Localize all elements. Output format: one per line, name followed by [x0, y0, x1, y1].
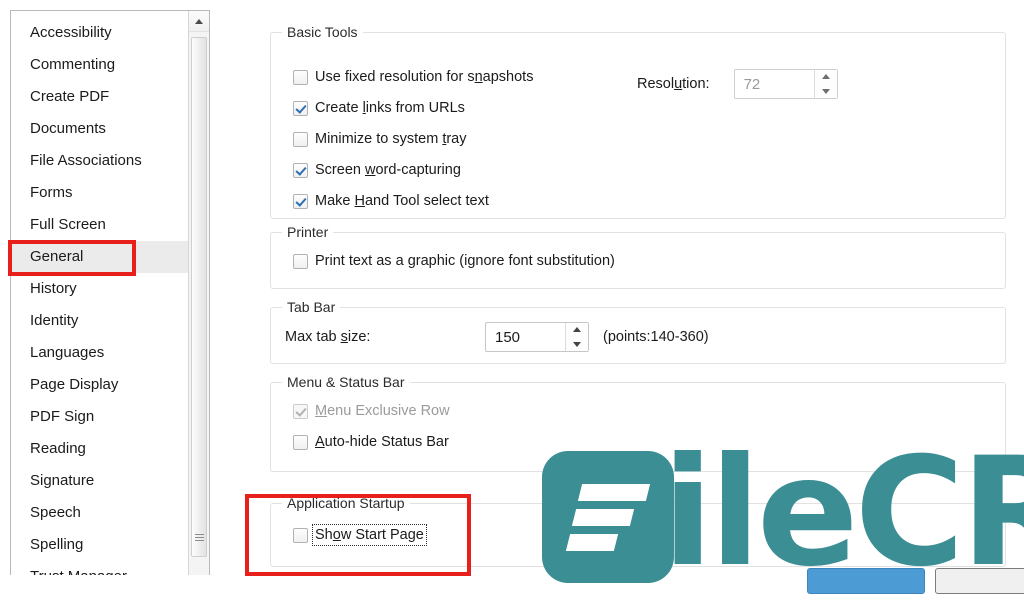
sidebar-item-label: Reading — [30, 440, 86, 457]
category-list[interactable]: Accessibility Commenting Create PDF Docu… — [11, 11, 189, 575]
resolution-field-row: Resolution: 72 — [637, 69, 838, 99]
sidebar-item-trust-manager[interactable]: Trust Manager — [11, 561, 189, 575]
checkbox-box[interactable] — [293, 193, 308, 209]
sidebar-item-label: PDF Sign — [30, 408, 95, 425]
checkbox-box[interactable] — [293, 131, 308, 147]
checkbox-label: Print text as a graphic (ignore font sub… — [315, 253, 615, 269]
checkbox-print-text-as-graphic[interactable]: Print text as a graphic (ignore font sub… — [293, 253, 615, 269]
checkbox-screen-word-capturing[interactable]: Screen word-capturing — [293, 162, 461, 178]
max-tab-size-stepper[interactable]: 150 — [485, 322, 589, 352]
sidebar-item-create-pdf[interactable]: Create PDF — [11, 81, 189, 113]
checkbox-label: Show Start Page — [312, 524, 427, 546]
sidebar-item-label: Full Screen — [30, 216, 106, 233]
sidebar-item-label: Spelling — [30, 536, 84, 553]
resolution-stepper-buttons[interactable] — [813, 70, 837, 98]
checkbox-box[interactable] — [293, 527, 308, 543]
grip-lines-icon — [195, 534, 204, 542]
sidebar-item-forms[interactable]: Forms — [11, 177, 189, 209]
checkbox-box[interactable] — [293, 100, 308, 116]
checkbox-box[interactable] — [293, 162, 308, 178]
application-startup-title: Application Startup — [282, 495, 410, 511]
printer-group: Printer Print text as a graphic (ignore … — [270, 224, 1006, 289]
sidebar-item-label: Create PDF — [30, 88, 110, 105]
checkbox-label: Auto-hide Status Bar — [315, 434, 449, 450]
checkbox-label: Create links from URLs — [315, 100, 465, 116]
checkbox-box — [293, 403, 308, 419]
checkbox-create-links-from-urls[interactable]: Create links from URLs — [293, 100, 465, 116]
triangle-up-icon — [195, 19, 203, 24]
sidebar-item-label: Documents — [30, 120, 106, 137]
sidebar-item-label: Accessibility — [30, 24, 112, 41]
checkbox-use-fixed-resolution[interactable]: Use fixed resolution for snapshots — [293, 69, 533, 85]
checkbox-label: Minimize to system tray — [315, 131, 467, 147]
sidebar-item-label: Page Display — [30, 376, 119, 393]
sidebar-item-accessibility[interactable]: Accessibility — [11, 17, 189, 49]
sidebar-item-label: Signature — [30, 472, 95, 489]
sidebar-item-speech[interactable]: Speech — [11, 497, 189, 529]
sidebar-item-pdf-sign[interactable]: PDF Sign — [11, 401, 189, 433]
sidebar-item-languages[interactable]: Languages — [11, 337, 189, 369]
spinner-up-icon[interactable] — [566, 323, 588, 337]
cancel-button[interactable] — [935, 568, 1024, 594]
checkbox-box[interactable] — [293, 253, 308, 269]
sidebar-item-spelling[interactable]: Spelling — [11, 529, 189, 561]
sidebar-item-full-screen[interactable]: Full Screen — [11, 209, 189, 241]
sidebar-item-documents[interactable]: Documents — [11, 113, 189, 145]
application-startup-group: Application Startup Show Start Page — [270, 495, 1006, 567]
sidebar-item-label: General — [30, 248, 84, 265]
max-tab-size-label: Max tab size: — [285, 329, 371, 345]
sidebar-item-label: Forms — [30, 184, 73, 201]
resolution-value[interactable]: 72 — [735, 70, 814, 98]
checkbox-auto-hide-status-bar[interactable]: Auto-hide Status Bar — [293, 434, 449, 450]
settings-area: Basic Tools Use fixed resolution for sna… — [262, 0, 1024, 594]
sidebar-item-signature[interactable]: Signature — [11, 465, 189, 497]
spinner-up-icon[interactable] — [815, 70, 837, 84]
sidebar-item-label: Commenting — [30, 56, 116, 73]
sidebar-item-reading[interactable]: Reading — [11, 433, 189, 465]
checkbox-show-start-page[interactable]: Show Start Page — [293, 524, 427, 546]
resolution-label: Resolution: — [637, 76, 710, 92]
preferences-category-panel: Accessibility Commenting Create PDF Docu… — [10, 10, 210, 575]
max-tab-size-hint: (points:140-360) — [603, 329, 709, 345]
basic-tools-group: Basic Tools Use fixed resolution for sna… — [270, 24, 1006, 219]
checkbox-box[interactable] — [293, 434, 308, 450]
scrollbar-thumb[interactable] — [191, 37, 207, 557]
tab-bar-title: Tab Bar — [282, 299, 341, 315]
max-tab-size-row: Max tab size: 150 (points:140-360) — [285, 322, 709, 352]
sidebar-item-label: History — [30, 280, 77, 297]
max-tab-size-value[interactable]: 150 — [486, 323, 565, 351]
sidebar-item-label: Trust Manager — [30, 568, 127, 575]
menu-status-bar-group: Menu & Status Bar Menu Exclusive Row Aut… — [270, 374, 1006, 472]
spinner-down-icon[interactable] — [566, 337, 588, 351]
tab-bar-group: Tab Bar Max tab size: 150 (points:140-36… — [270, 299, 1006, 364]
menu-status-bar-title: Menu & Status Bar — [282, 374, 410, 390]
sidebar-item-page-display[interactable]: Page Display — [11, 369, 189, 401]
sidebar-item-identity[interactable]: Identity — [11, 305, 189, 337]
sidebar-item-general[interactable]: General — [11, 241, 189, 273]
sidebar-item-file-associations[interactable]: File Associations — [11, 145, 189, 177]
scroll-up-button[interactable] — [189, 11, 209, 32]
max-tab-size-stepper-buttons[interactable] — [565, 323, 588, 351]
checkbox-label: Make Hand Tool select text — [315, 193, 489, 209]
checkbox-minimize-to-system-tray[interactable]: Minimize to system tray — [293, 131, 467, 147]
sidebar-item-label: Speech — [30, 504, 81, 521]
checkbox-make-hand-tool-select-text[interactable]: Make Hand Tool select text — [293, 193, 489, 209]
spinner-down-icon[interactable] — [815, 84, 837, 98]
sidebar-item-label: Identity — [30, 312, 79, 329]
sidebar-item-history[interactable]: History — [11, 273, 189, 305]
checkbox-menu-exclusive-row: Menu Exclusive Row — [293, 403, 450, 419]
resolution-stepper[interactable]: 72 — [733, 69, 838, 99]
basic-tools-title: Basic Tools — [282, 24, 363, 40]
printer-title: Printer — [282, 224, 334, 240]
ok-button[interactable] — [807, 568, 925, 594]
category-list-scrollbar[interactable] — [188, 11, 209, 575]
sidebar-item-commenting[interactable]: Commenting — [11, 49, 189, 81]
sidebar-item-label: File Associations — [30, 152, 142, 169]
checkbox-box[interactable] — [293, 69, 308, 85]
checkbox-label: Screen word-capturing — [315, 162, 461, 178]
checkbox-label: Menu Exclusive Row — [315, 403, 450, 419]
checkbox-label: Use fixed resolution for snapshots — [315, 69, 534, 85]
sidebar-item-label: Languages — [30, 344, 105, 361]
